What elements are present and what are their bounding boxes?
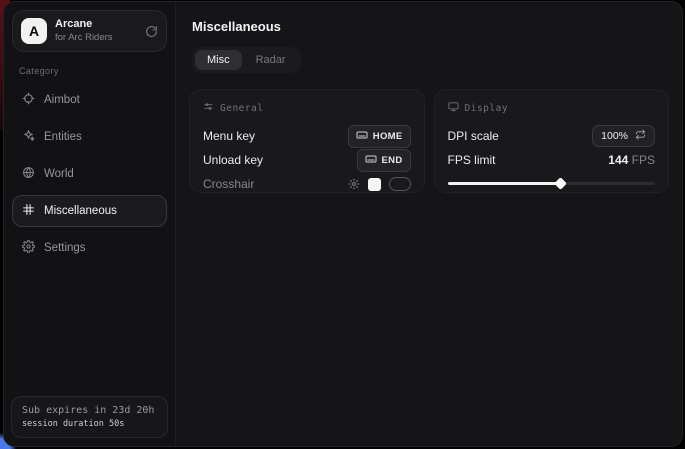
slider-fill [448, 182, 560, 185]
app-title: Arcane [55, 18, 137, 32]
display-card-header: Display [448, 101, 656, 115]
crosshair-settings-gear-icon[interactable] [348, 178, 360, 190]
sidebar-item-miscellaneous[interactable]: Miscellaneous [12, 195, 167, 227]
refresh-icon[interactable] [145, 25, 158, 38]
keyboard-icon [365, 153, 377, 168]
unload-key-label: Unload key [203, 153, 263, 167]
menu-key-label: Menu key [203, 129, 255, 143]
dpi-scale-label: DPI scale [448, 129, 499, 143]
fps-limit-label: FPS limit [448, 153, 496, 167]
unload-key-value: END [382, 155, 403, 166]
crosshair-color-swatch[interactable] [368, 178, 381, 191]
crosshair-controls [348, 177, 411, 191]
dpi-scale-value: 100% [601, 130, 628, 142]
menu-key-value: HOME [373, 131, 403, 142]
grid-icon [22, 203, 35, 219]
sidebar: A Arcane for Arc Riders Category Aimbot [4, 2, 176, 446]
general-card-title: General [220, 103, 264, 114]
sidebar-item-world[interactable]: World [12, 158, 167, 190]
sliders-icon [203, 101, 214, 115]
crosshair-icon [22, 92, 35, 108]
display-card-title: Display [465, 103, 509, 114]
tab-misc[interactable]: Misc [195, 50, 242, 70]
main-content: Miscellaneous Misc Radar General Menu ke… [176, 2, 682, 446]
general-card: General Menu key HOME Unload key [189, 89, 425, 193]
unload-key-row: Unload key END [203, 148, 411, 172]
app-window: A Arcane for Arc Riders Category Aimbot [3, 1, 683, 447]
slider-thumb[interactable] [554, 177, 567, 190]
crosshair-toggle[interactable] [389, 177, 411, 191]
display-card: Display DPI scale 100% FPS limit [434, 89, 670, 193]
subscription-card: Sub expires in 23d 20h session duration … [11, 396, 168, 438]
gear-icon [22, 240, 35, 256]
tab-group: Misc Radar [192, 47, 301, 73]
sidebar-item-aimbot[interactable]: Aimbot [12, 84, 167, 116]
unload-key-binding[interactable]: END [357, 149, 411, 172]
brand-text: Arcane for Arc Riders [55, 18, 137, 44]
sidebar-item-settings[interactable]: Settings [12, 232, 167, 264]
sidebar-item-label: Settings [44, 242, 86, 254]
brand-card: A Arcane for Arc Riders [12, 10, 167, 52]
globe-icon [22, 166, 35, 182]
cards-row: General Menu key HOME Unload key [189, 89, 669, 193]
monitor-icon [448, 101, 459, 115]
sidebar-item-label: Miscellaneous [44, 205, 117, 217]
fps-unit: FPS [632, 153, 655, 167]
keyboard-icon [356, 129, 368, 144]
dpi-scale-row: DPI scale 100% [448, 124, 656, 148]
cycle-icon [635, 129, 646, 143]
sidebar-item-label: World [44, 168, 74, 180]
fps-limit-slider[interactable] [448, 176, 656, 190]
sidebar-item-label: Aimbot [44, 94, 80, 106]
fps-limit-row: FPS limit 144 FPS [448, 148, 656, 172]
crosshair-label: Crosshair [203, 177, 254, 191]
fps-limit-value: 144 FPS [608, 153, 655, 167]
sidebar-item-entities[interactable]: Entities [12, 121, 167, 153]
sub-expiry-text: Sub expires in 23d 20h [22, 405, 157, 416]
app-logo: A [21, 18, 47, 44]
menu-key-binding[interactable]: HOME [348, 125, 411, 148]
category-label: Category [19, 66, 167, 76]
app-subtitle: for Arc Riders [55, 32, 137, 44]
tab-radar[interactable]: Radar [244, 50, 298, 70]
sidebar-item-label: Entities [44, 131, 82, 143]
fps-number: 144 [608, 153, 628, 167]
menu-key-row: Menu key HOME [203, 124, 411, 148]
session-duration-text: session duration 50s [22, 419, 157, 429]
dpi-scale-select[interactable]: 100% [592, 125, 655, 147]
general-card-header: General [203, 101, 411, 115]
crosshair-row: Crosshair [203, 172, 411, 196]
page-title: Miscellaneous [192, 19, 669, 34]
sparkles-icon [22, 129, 35, 145]
